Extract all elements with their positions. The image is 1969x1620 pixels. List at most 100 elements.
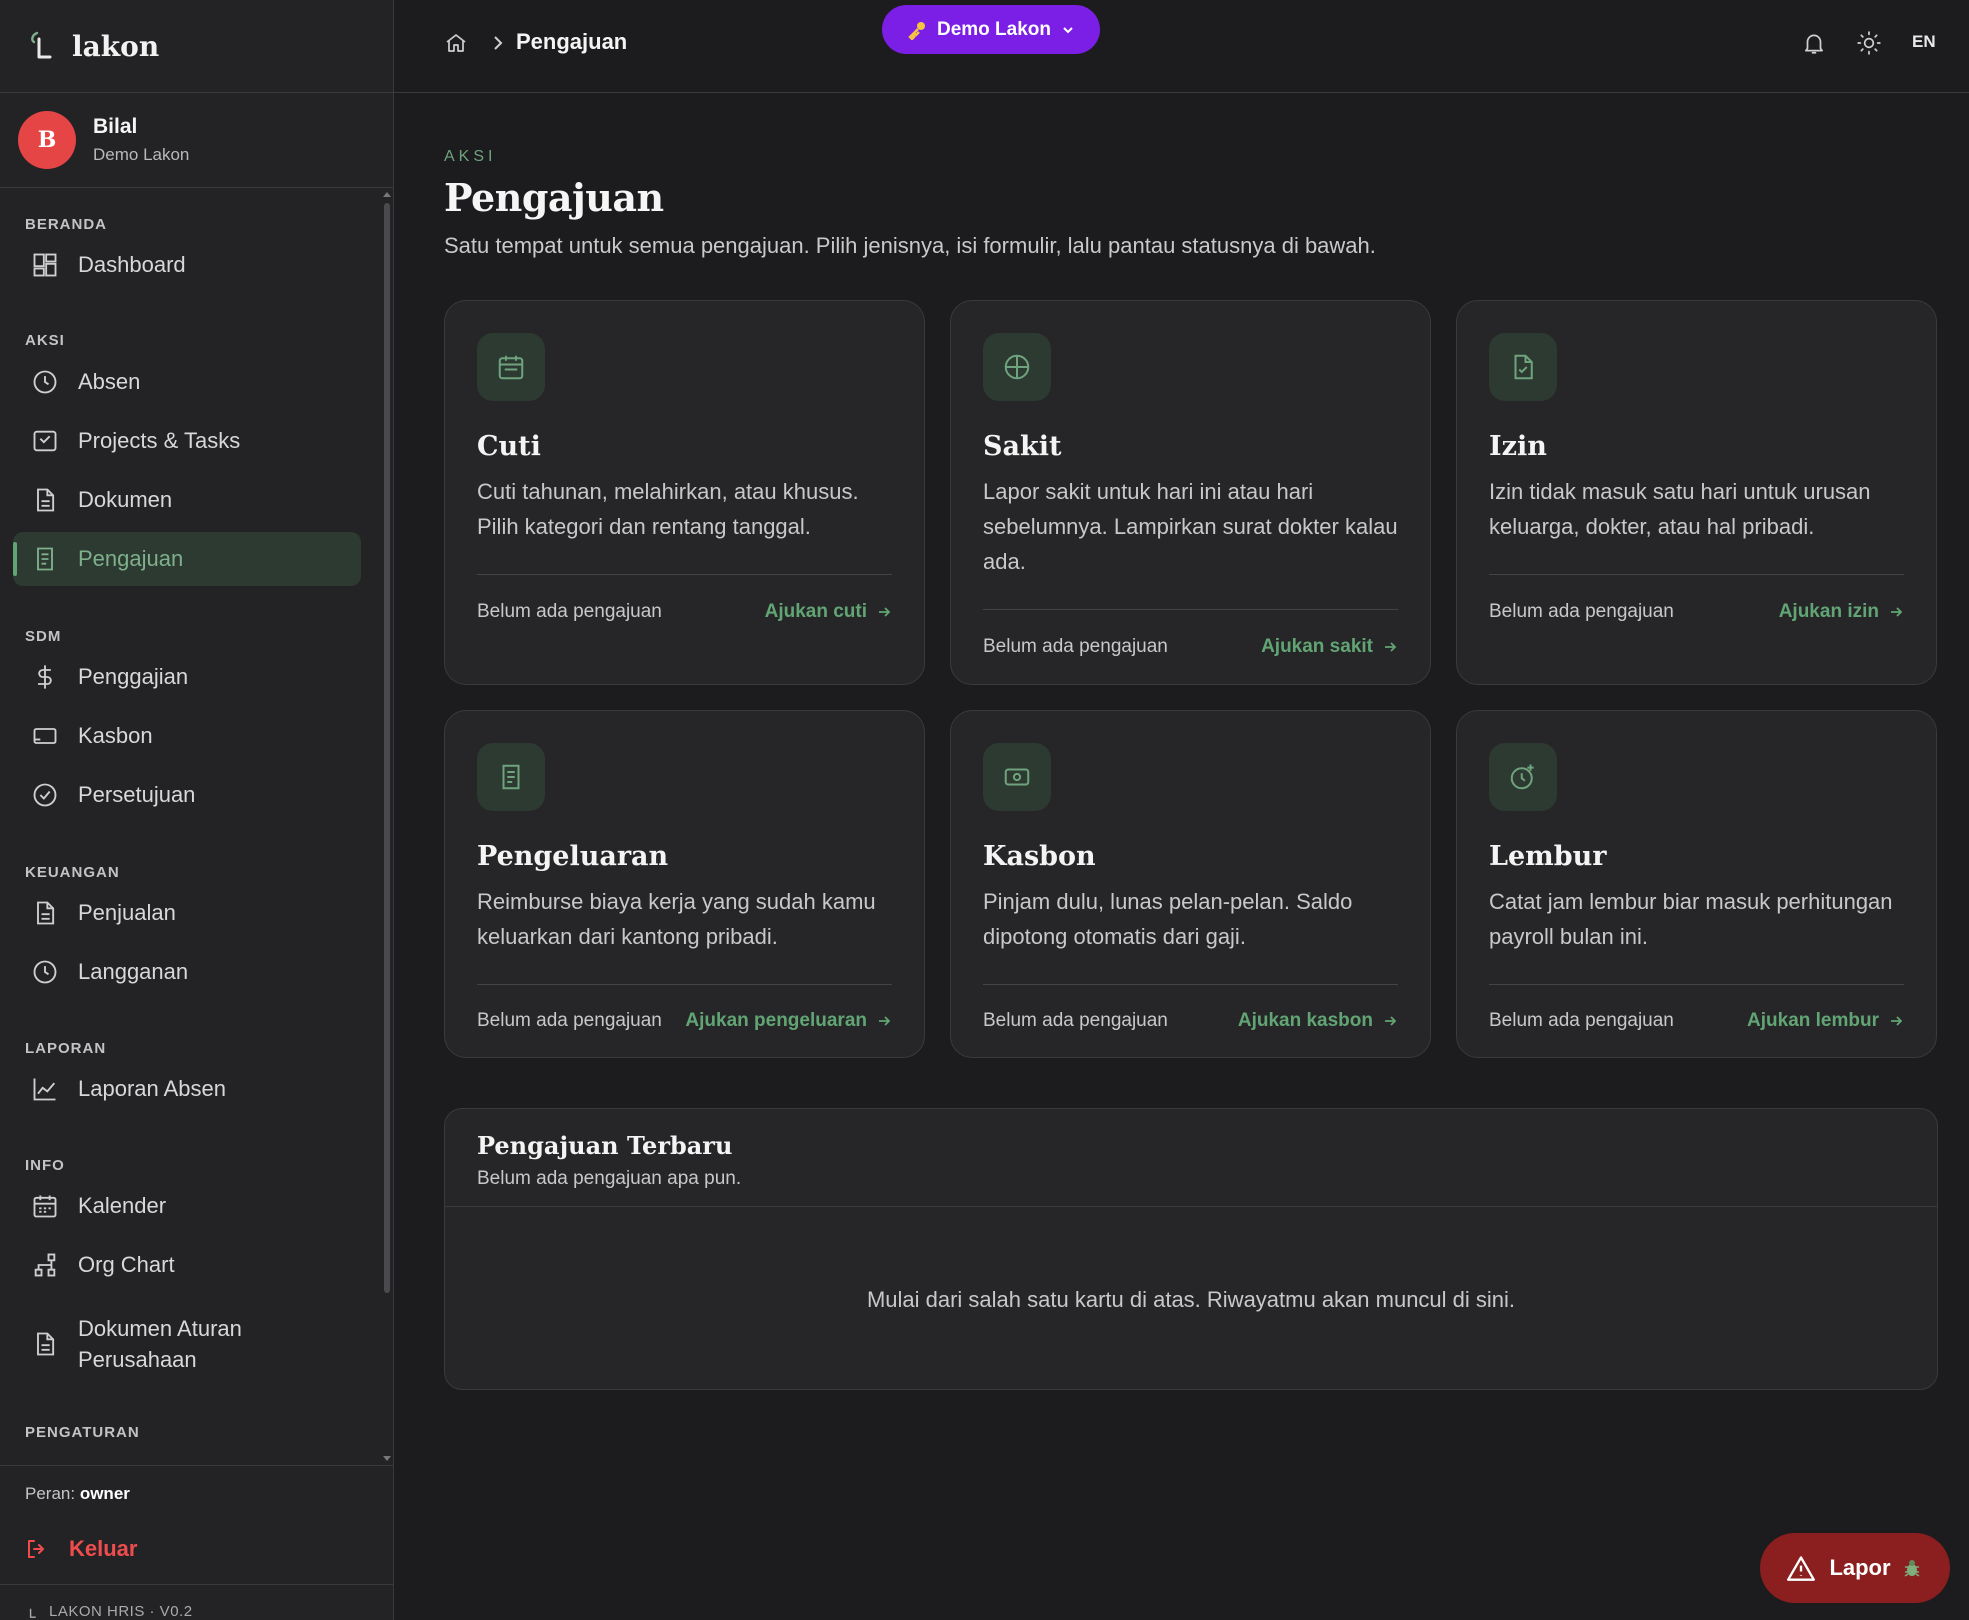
request-card-izin[interactable]: Izin Izin tidak masuk satu hari untuk ur… <box>1456 300 1937 685</box>
card-action-label: Ajukan lembur <box>1747 1010 1879 1031</box>
sidebar-item-penggajian[interactable]: Penggajian <box>13 650 361 704</box>
check-circle-icon <box>33 783 57 807</box>
sidebar-item-label: Penjualan <box>78 900 176 925</box>
user-name: Bilal <box>93 115 138 138</box>
lakon-logo-icon <box>31 31 52 59</box>
sidebar-scrollbar[interactable] <box>384 203 390 1293</box>
card-action-label: Ajukan kasbon <box>1237 1010 1373 1031</box>
tenant-switcher[interactable]: Demo Lakon <box>882 5 1100 54</box>
card-action-label: Ajukan izin <box>1778 601 1879 622</box>
scroll-up-arrow[interactable] <box>383 192 391 197</box>
key-icon <box>908 21 925 40</box>
brand[interactable]: lakon <box>0 0 393 93</box>
user-profile[interactable]: B Bilal Demo Lakon <box>0 93 393 188</box>
card-description: Izin tidak masuk satu hari untuk urusan … <box>1489 479 1871 539</box>
card-description: Reimburse biaya kerja yang sudah kamu ke… <box>477 889 876 949</box>
divider <box>983 984 1398 985</box>
sidebar-item-label: Kasbon <box>78 723 153 748</box>
card-icon-wrap <box>983 743 1051 811</box>
arrow-right-icon <box>1385 642 1397 652</box>
scroll-down-arrow[interactable] <box>383 1456 391 1461</box>
page-subtitle: Satu tempat untuk semua pengajuan. Pilih… <box>444 233 1376 258</box>
card-title: Pengeluaran <box>477 841 669 872</box>
card-status: Belum ada pengajuan <box>983 1010 1168 1031</box>
dashboard-icon <box>33 253 57 277</box>
sidebar-item-penjualan[interactable]: Penjualan <box>13 886 361 940</box>
calendar-icon <box>33 1195 57 1218</box>
card-icon-wrap <box>477 743 545 811</box>
card-title: Cuti <box>477 431 541 462</box>
bell-icon[interactable] <box>1801 30 1827 56</box>
chevron-right-icon <box>494 36 503 50</box>
sun-icon[interactable] <box>1856 30 1882 56</box>
calendar-icon <box>498 355 524 380</box>
section-aksi: AKSI <box>25 332 65 349</box>
home-icon[interactable] <box>444 31 468 55</box>
document-icon <box>37 901 55 925</box>
card-status: Belum ada pengajuan <box>1489 601 1674 622</box>
divider <box>983 609 1398 610</box>
document-icon <box>37 488 55 512</box>
sidebar-item-persetujuan[interactable]: Persetujuan <box>13 768 361 822</box>
section-laporan: LAPORAN <box>25 1040 107 1057</box>
sidebar-item-dokumen-aturan[interactable]: Dokumen Aturan Perusahaan <box>13 1308 361 1380</box>
brand-name: lakon <box>72 29 160 63</box>
request-card-cuti[interactable]: Cuti Cuti tahunan, melahirkan, atau khus… <box>444 300 925 685</box>
submit-sakit-link[interactable]: Ajukan sakit <box>1261 636 1398 658</box>
divider <box>1489 574 1904 575</box>
sidebar-item-label: Dashboard <box>78 252 186 277</box>
submit-pengeluaran-link[interactable]: Ajukan pengeluaran <box>685 1010 892 1032</box>
language-toggle[interactable]: EN <box>1912 32 1936 52</box>
logout-button[interactable]: Keluar <box>25 1536 137 1562</box>
request-card-sakit[interactable]: Sakit Lapor sakit untuk hari ini atau ha… <box>950 300 1431 685</box>
card-status: Belum ada pengajuan <box>477 1010 662 1031</box>
receipt-icon <box>37 547 53 571</box>
role-line: Peran: owner <box>25 1484 130 1504</box>
submit-lembur-link[interactable]: Ajukan lembur <box>1747 1010 1904 1032</box>
arrow-right-icon <box>1891 1016 1903 1026</box>
sidebar-nav: BERANDA Dashboard AKSI Absen Projects & … <box>0 189 394 1465</box>
inbox-check-icon <box>33 430 57 452</box>
sidebar-item-laporan-absen[interactable]: Laporan Absen <box>13 1062 361 1116</box>
divider <box>0 1584 394 1585</box>
sidebar-item-kalender[interactable]: Kalender <box>13 1179 361 1233</box>
submit-kasbon-link[interactable]: Ajukan kasbon <box>1238 1010 1398 1032</box>
section-beranda: BERANDA <box>25 216 107 233</box>
card-title: Kasbon <box>983 841 1096 872</box>
card-description: Catat jam lembur biar masuk perhitungan … <box>1489 889 1893 949</box>
sidebar: lakon B Bilal Demo Lakon BERANDA Dashboa… <box>0 0 394 1620</box>
section-keuangan: KEUANGAN <box>25 864 120 881</box>
card-status: Belum ada pengajuan <box>1489 1010 1674 1031</box>
sidebar-item-absen[interactable]: Absen <box>13 355 361 409</box>
request-card-lembur[interactable]: Lembur Catat jam lembur biar masuk perhi… <box>1456 710 1937 1058</box>
sidebar-item-org-chart[interactable]: Org Chart <box>13 1238 361 1292</box>
sidebar-item-label: Laporan Absen <box>78 1076 227 1101</box>
sidebar-item-label: Dokumen <box>78 487 173 512</box>
sidebar-item-dokumen[interactable]: Dokumen <box>13 473 361 527</box>
page-eyebrow: AKSI <box>444 148 497 165</box>
request-card-kasbon[interactable]: Kasbon Pinjam dulu, lunas pelan-pelan. S… <box>950 710 1431 1058</box>
request-card-pengeluaran[interactable]: Pengeluaran Reimburse biaya kerja yang s… <box>444 710 925 1058</box>
main-content: AKSI Pengajuan Satu tempat untuk semua p… <box>394 93 1969 1620</box>
card-description: Lapor sakit untuk hari ini atau hari seb… <box>983 479 1398 574</box>
card-title: Izin <box>1489 431 1547 462</box>
wallet-icon <box>33 728 57 744</box>
sidebar-item-dashboard[interactable]: Dashboard <box>13 238 361 292</box>
sidebar-item-projects[interactable]: Projects & Tasks <box>13 414 361 468</box>
version-text: LAKON HRIS · V0.2 <box>49 1603 193 1620</box>
breadcrumb: Pengajuan <box>516 29 628 54</box>
submit-cuti-link[interactable]: Ajukan cuti <box>765 601 892 623</box>
sidebar-item-kasbon[interactable]: Kasbon <box>13 709 361 763</box>
sidebar-item-label: Org Chart <box>78 1252 175 1277</box>
card-title: Lembur <box>1489 841 1607 872</box>
bug-icon <box>1904 1560 1919 1577</box>
sidebar-item-langganan[interactable]: Langganan <box>13 945 361 999</box>
sidebar-item-label: Projects & Tasks <box>78 428 241 453</box>
arrow-right-icon <box>879 1016 891 1026</box>
sidebar-item-label: Pengajuan <box>78 546 184 571</box>
report-bug-button[interactable]: Lapor <box>1760 1533 1950 1603</box>
role-label: Peran: <box>25 1484 76 1503</box>
submit-izin-link[interactable]: Ajukan izin <box>1779 601 1904 623</box>
lakon-logo-icon <box>29 1608 36 1618</box>
sidebar-item-pengajuan[interactable]: Pengajuan <box>13 532 361 586</box>
